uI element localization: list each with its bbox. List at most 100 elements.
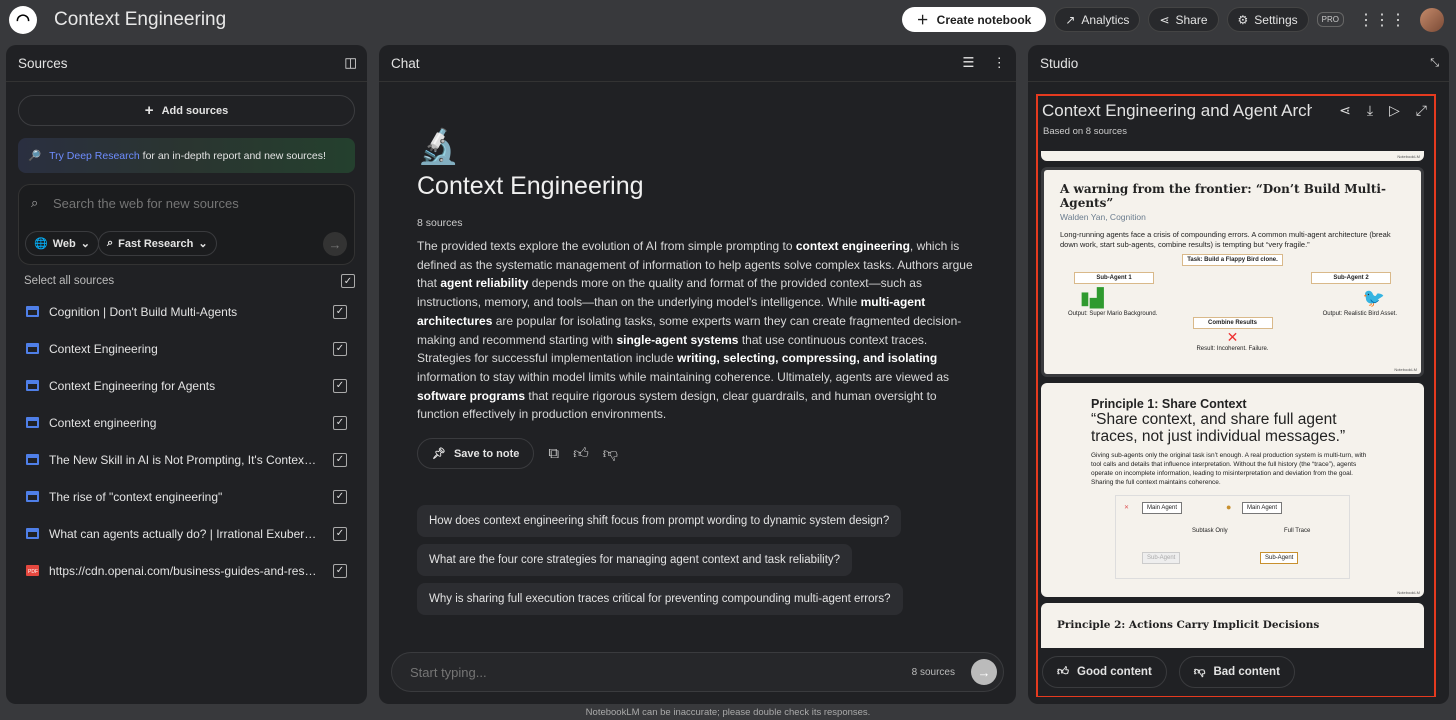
source-count: 8 sources xyxy=(417,217,978,229)
source-checkbox[interactable]: ✓ xyxy=(333,342,347,356)
avatar[interactable] xyxy=(1420,8,1444,32)
sources-title: Sources xyxy=(18,56,68,71)
full-trace-label: Full Trace xyxy=(1284,528,1310,534)
collapse-icon[interactable]: ⤡ xyxy=(1430,57,1439,70)
source-checkbox[interactable]: ✓ xyxy=(333,490,347,504)
check-icon: ● xyxy=(1226,502,1231,512)
source-item[interactable]: The New Skill in AI is Not Prompting, It… xyxy=(6,441,367,478)
share-label: Share xyxy=(1176,13,1208,27)
notebook-summary: The provided texts explore the evolution… xyxy=(417,237,978,424)
arrow-right-icon: → xyxy=(329,237,342,252)
sources-panel: Sources ◫ +Add sources 🔎Try Deep Research… xyxy=(6,45,367,704)
analytics-button[interactable]: ↗Analytics xyxy=(1054,7,1140,32)
source-item[interactable]: The rise of "context engineering" ✓ xyxy=(6,478,367,515)
apps-grid-icon[interactable]: ⋮⋮⋮ xyxy=(1352,10,1412,30)
artifact-title: Context Engineering and Agent Architectu… xyxy=(1042,101,1312,121)
settings-label: Settings xyxy=(1254,13,1297,27)
more-vert-icon[interactable]: ⋮ xyxy=(993,55,1007,71)
summary-segment: software programs xyxy=(417,389,525,403)
studio-panel: Studio⤡ Context Engineering and Agent Ar… xyxy=(1028,45,1449,704)
notebooklm-logo-icon[interactable]: ◠ xyxy=(9,6,37,34)
suggested-question[interactable]: What are the four core strategies for ma… xyxy=(417,544,852,576)
slide-warning[interactable]: A warning from the frontier: “Don’t Buil… xyxy=(1041,167,1424,377)
web-page-icon xyxy=(26,417,39,428)
trending-icon: ↗ xyxy=(1065,13,1075,27)
source-item[interactable]: Context Engineering for Agents ✓ xyxy=(6,367,367,404)
watermark: NotebookLM xyxy=(1397,154,1420,159)
source-checkbox[interactable]: ✓ xyxy=(333,379,347,393)
suggested-question[interactable]: How does context engineering shift focus… xyxy=(417,505,901,537)
add-sources-label: Add sources xyxy=(162,105,229,117)
play-icon[interactable]: ▷ xyxy=(1389,102,1400,119)
source-item[interactable]: Context Engineering✓ xyxy=(6,330,367,367)
create-notebook-button[interactable]: ＋Create notebook xyxy=(902,7,1047,32)
chat-panel: Chat☰⋮ 🔬 Context Engineering 8 sources T… xyxy=(379,45,1016,704)
sub-agent-box: Sub-Agent xyxy=(1142,552,1180,564)
slide-author: Walden Yan, Cognition xyxy=(1060,212,1405,222)
source-item[interactable]: What can agents actually do? | Irrationa… xyxy=(6,515,367,552)
subagent-1-box: Sub-Agent 1 xyxy=(1074,272,1154,284)
cross-icon: ✕ xyxy=(1124,504,1129,511)
share-button[interactable]: ⋖Share xyxy=(1148,7,1218,32)
summary-segment: single-agent systems xyxy=(616,333,738,347)
web-page-icon xyxy=(26,528,39,539)
thumbs-up-icon: 👍︎ xyxy=(1057,665,1069,679)
collapse-panel-icon[interactable]: ◫ xyxy=(344,55,357,71)
bad-content-button[interactable]: 👎︎Bad content xyxy=(1179,656,1295,688)
arrow-right-icon: → xyxy=(978,665,991,680)
web-source-dropdown[interactable]: 🌐Web⌄ xyxy=(25,231,99,256)
save-to-note-button[interactable]: 📌︎Save to note xyxy=(417,438,534,469)
output-1: Output: Super Mario Background. xyxy=(1068,311,1157,317)
microscope-emoji-icon: 🔬 xyxy=(417,127,978,172)
slide-body: Long-running agents face a crisis of com… xyxy=(1060,230,1405,250)
web-search-input[interactable] xyxy=(53,196,333,211)
slide-deck[interactable]: NotebookLM A warning from the frontier: … xyxy=(1041,151,1424,651)
slide-principle-2[interactable]: Principle 2: Actions Carry Implicit Deci… xyxy=(1041,603,1424,651)
deep-research-link[interactable]: Try Deep Research xyxy=(49,150,140,162)
deep-research-banner[interactable]: 🔎Try Deep Research for an in-depth repor… xyxy=(18,138,355,173)
sub-agent-box: Sub-Agent xyxy=(1260,552,1298,564)
submit-search-button[interactable]: → xyxy=(323,232,347,256)
chat-input[interactable] xyxy=(410,665,912,680)
source-checkbox[interactable]: ✓ xyxy=(333,564,347,578)
copy-icon[interactable]: ⧉ xyxy=(548,445,559,462)
share-icon[interactable]: ⋖ xyxy=(1339,102,1351,119)
pdf-icon: PDF xyxy=(26,565,39,576)
summary-segment: agent reliability xyxy=(440,276,528,290)
web-page-icon xyxy=(26,454,39,465)
watermark: NotebookLM xyxy=(1394,367,1417,372)
suggested-question[interactable]: Why is sharing full execution traces cri… xyxy=(417,583,903,615)
chevron-down-icon: ⌄ xyxy=(198,237,207,250)
thumbs-down-icon[interactable]: 👎︎ xyxy=(603,445,618,463)
select-all-checkbox[interactable]: ✓ xyxy=(341,274,355,288)
source-label: Context Engineering for Agents xyxy=(49,379,317,393)
chat-title: Chat xyxy=(391,56,420,71)
tune-icon[interactable]: ☰ xyxy=(962,55,974,71)
download-icon[interactable]: ⤓ xyxy=(1367,102,1373,119)
add-sources-button[interactable]: +Add sources xyxy=(18,95,355,126)
source-label: The rise of "context engineering" xyxy=(49,490,317,504)
source-label: What can agents actually do? | Irrationa… xyxy=(49,527,317,541)
summary-segment: context engineering xyxy=(796,239,910,253)
source-item[interactable]: PDFhttps://cdn.openai.com/business-guide… xyxy=(6,552,367,589)
slide-title: A warning from the frontier: “Don’t Buil… xyxy=(1060,182,1405,210)
settings-button[interactable]: ⚙Settings xyxy=(1227,7,1309,32)
deep-research-text: for an in-depth report and new sources! xyxy=(143,150,326,162)
good-content-button[interactable]: 👍︎Good content xyxy=(1042,656,1167,688)
select-all-row[interactable]: Select all sources✓ xyxy=(24,273,355,289)
bird-image: 🐦 xyxy=(1363,288,1385,309)
slide-principle-1[interactable]: Principle 1: Share Context “Share contex… xyxy=(1041,383,1424,597)
source-item[interactable]: Context engineering✓ xyxy=(6,404,367,441)
source-checkbox[interactable]: ✓ xyxy=(333,305,347,319)
thumbs-up-icon[interactable]: 👍︎ xyxy=(573,445,589,463)
source-checkbox[interactable]: ✓ xyxy=(333,416,347,430)
source-item[interactable]: Cognition | Don't Build Multi-Agents✓ xyxy=(6,293,367,330)
source-checkbox[interactable]: ✓ xyxy=(333,527,347,541)
research-mode-dropdown[interactable]: ⌕Fast Research⌄ xyxy=(98,231,217,256)
notebook-title[interactable]: Context Engineering xyxy=(54,9,226,31)
fullscreen-icon[interactable]: ⤢ xyxy=(1416,102,1427,119)
based-on-sources: Based on 8 sources xyxy=(1043,126,1127,137)
slide-quote: “Share context, and share full agent tra… xyxy=(1091,411,1374,445)
source-checkbox[interactable]: ✓ xyxy=(333,453,347,467)
send-button[interactable]: → xyxy=(971,659,997,685)
